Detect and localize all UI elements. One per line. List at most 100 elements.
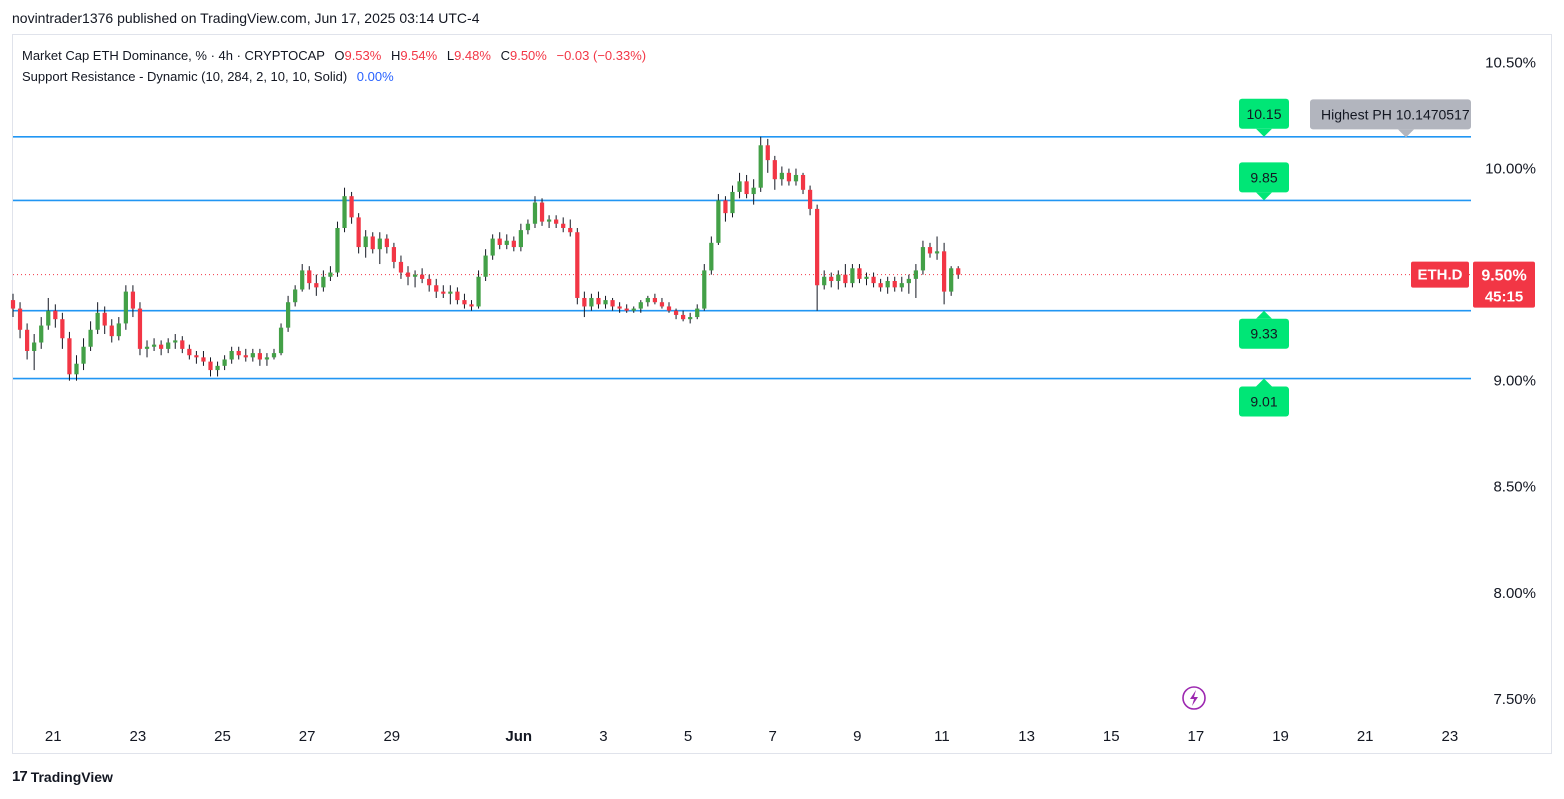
candle	[575, 227, 580, 305]
candle	[17, 302, 23, 339]
tradingview-logo[interactable]: 17 TradingView	[12, 768, 113, 785]
level-label-pointer	[1256, 310, 1272, 319]
candle	[46, 297, 51, 330]
candle	[194, 350, 199, 364]
symbol-legend-row[interactable]: Market Cap ETH Dominance, % · 4h · CRYPT…	[22, 45, 646, 66]
candle-body	[497, 238, 502, 245]
candle	[956, 266, 961, 279]
candle	[201, 350, 206, 366]
candle	[843, 264, 848, 288]
candle	[744, 174, 749, 199]
candle	[582, 291, 587, 318]
candle	[60, 312, 65, 349]
x-tick-label: 21	[45, 728, 62, 745]
candle	[293, 285, 298, 307]
level-labels: 10.15 9.85 9.33 9.01 Highest PH 10.1470517	[1239, 98, 1471, 417]
candle-body	[673, 310, 679, 315]
candle	[899, 276, 904, 292]
highest-ph-text: Highest PH 10.1470517	[1321, 106, 1470, 122]
candle	[187, 344, 192, 360]
candle	[180, 336, 185, 354]
price-chart[interactable]: 10.50%10.00%9.00%8.50%8.00%7.50% 21 23 25 2…	[0, 0, 1564, 799]
candle	[511, 236, 516, 252]
candle-body	[518, 230, 523, 248]
candle-body	[24, 329, 30, 351]
candle-body	[786, 172, 792, 182]
candle	[67, 331, 72, 381]
candle	[779, 166, 784, 186]
replay-lightning-icon[interactable]	[1182, 686, 1206, 710]
candle	[483, 249, 488, 282]
candle	[610, 297, 615, 311]
indicator-title: Support Resistance - Dynamic (10, 284, 2…	[22, 69, 348, 84]
candle	[596, 291, 601, 309]
candle	[412, 270, 418, 288]
candle-body	[871, 276, 876, 284]
candle-body	[391, 247, 397, 262]
candle-body	[462, 300, 467, 305]
indicator-legend-row[interactable]: Support Resistance - Dynamic (10, 284, 2…	[22, 66, 646, 87]
x-tick-label: 21	[1357, 728, 1374, 745]
candle	[81, 338, 86, 371]
level-label-text: 9.33	[1250, 326, 1277, 342]
candle	[314, 274, 319, 296]
candle-body	[906, 278, 911, 284]
candle-body	[278, 327, 284, 354]
candle-body	[427, 278, 432, 286]
candle	[857, 264, 862, 284]
candle-body	[751, 187, 756, 195]
candle-body	[758, 145, 763, 188]
candle	[815, 204, 820, 311]
candle-body	[483, 255, 488, 277]
candle	[786, 168, 792, 186]
candle-body	[67, 338, 72, 375]
candle-body	[159, 344, 164, 349]
candle	[913, 264, 919, 298]
candle-body	[328, 272, 333, 277]
candle	[370, 232, 375, 254]
candle	[568, 219, 573, 237]
candle-body	[102, 312, 107, 326]
candle	[822, 270, 827, 290]
candle-body	[511, 240, 516, 248]
candle	[497, 232, 502, 250]
candle-body	[271, 353, 277, 358]
x-tick-label: 13	[1018, 728, 1035, 745]
candle	[349, 191, 354, 224]
candle	[109, 319, 114, 343]
candle-body	[525, 223, 531, 231]
candle-body	[187, 348, 192, 356]
y-axis[interactable]: 10.50% 10.00% 9.00% 8.50% 8.00% 7.50%	[1485, 55, 1536, 708]
candle	[88, 321, 93, 351]
candle-body	[264, 357, 270, 360]
candle-body	[81, 346, 86, 364]
candle	[173, 334, 178, 349]
candle-body	[109, 325, 114, 337]
candle	[10, 293, 16, 318]
candle	[539, 198, 545, 226]
candle	[603, 295, 608, 309]
level-label: 9.01	[1239, 378, 1289, 417]
candle-body	[130, 291, 136, 309]
candle	[222, 355, 227, 371]
level-label: 9.85	[1239, 162, 1289, 201]
level-label-pointer	[1256, 192, 1272, 201]
high-value: 9.54%	[400, 48, 438, 63]
level-label-text: 9.85	[1250, 169, 1277, 185]
candle	[546, 215, 552, 228]
candle-body	[412, 274, 418, 277]
candle-body	[229, 350, 234, 360]
candle	[377, 232, 382, 265]
y-tick-label: 10.00%	[1485, 161, 1536, 178]
y-tick-label: 8.00%	[1493, 585, 1536, 602]
candle-body	[934, 251, 940, 254]
candle	[680, 310, 686, 322]
candlestick-series	[10, 136, 961, 381]
candle-body	[949, 268, 954, 292]
candle	[624, 304, 629, 313]
candle	[300, 264, 305, 292]
candle-body	[695, 308, 700, 318]
x-axis[interactable]: 21 23 25 27 29 Jun 3 5 7 9 11 13 15 17 19 21 23	[45, 728, 1458, 745]
candle-body	[293, 289, 298, 303]
candle-body	[582, 297, 587, 307]
